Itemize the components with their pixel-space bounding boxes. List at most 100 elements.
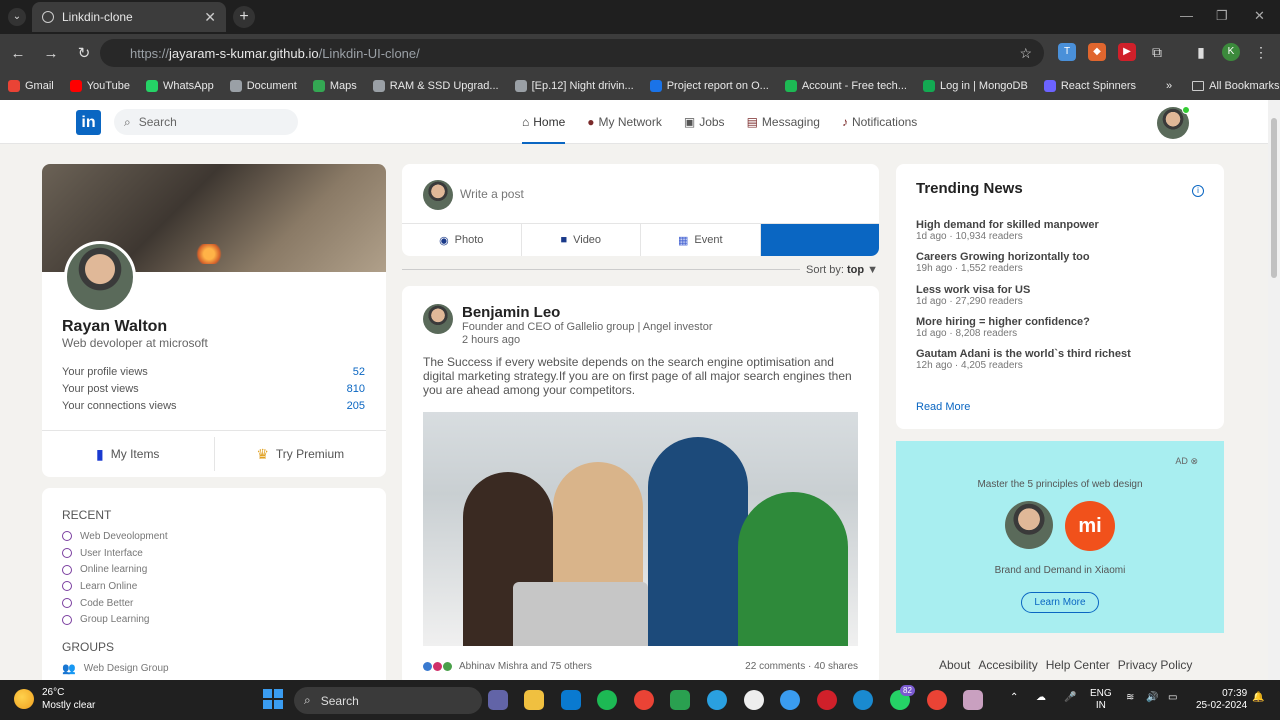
footer-link-help[interactable]: Help Center: [1046, 658, 1110, 672]
event-button[interactable]: ▦ Event: [641, 224, 761, 256]
new-tab-button[interactable]: +: [233, 6, 255, 28]
file-explorer-icon[interactable]: [524, 690, 544, 710]
recent-item[interactable]: Online learning: [62, 561, 366, 578]
tab-search-button[interactable]: ⌄: [8, 8, 26, 26]
taskbar-search[interactable]: ⌕ Search: [294, 687, 482, 714]
sidepanel-icon[interactable]: ▮: [1192, 43, 1210, 61]
bookmark-item[interactable]: Gmail: [8, 80, 54, 92]
teams-icon[interactable]: [488, 690, 508, 710]
browser-tab[interactable]: Linkdin-clone ✕: [32, 2, 226, 32]
sort-by[interactable]: Sort by: top ▼: [806, 264, 878, 276]
nav-jobs[interactable]: ▣ Jobs: [684, 100, 725, 144]
nav-messaging[interactable]: ▤ Messaging: [747, 100, 820, 144]
address-bar[interactable]: https://jayaram-s-kumar.github.io/Linkdi…: [100, 39, 1044, 67]
info-icon[interactable]: i: [1192, 185, 1204, 197]
chrome-icon[interactable]: [927, 690, 947, 710]
battery-icon[interactable]: ▭: [1168, 692, 1177, 704]
scrollbar-thumb[interactable]: [1271, 118, 1277, 278]
news-item[interactable]: High demand for skilled manpower 1d ago ·…: [916, 219, 1204, 251]
recent-item[interactable]: Group Learning: [62, 611, 366, 628]
post-reactions[interactable]: Abhinav Mishra and 75 others: [423, 661, 592, 672]
stat-row[interactable]: Your post views 810: [62, 383, 365, 400]
bookmark-item[interactable]: React Spinners: [1043, 80, 1136, 92]
recent-item[interactable]: Web Deveolopment: [62, 528, 366, 545]
close-tab-icon[interactable]: ✕: [204, 9, 216, 26]
menu-dots-icon[interactable]: ⋮: [1252, 43, 1270, 61]
recent-item[interactable]: Learn Online: [62, 578, 366, 595]
opera-icon[interactable]: [817, 690, 837, 710]
post-image[interactable]: [423, 412, 858, 646]
my-items-button[interactable]: ▮ My Items: [42, 437, 215, 471]
bookmarks-overflow-icon[interactable]: »: [1166, 80, 1172, 92]
profile-avatar[interactable]: [64, 241, 136, 313]
bookmark-star-icon[interactable]: ☆: [1019, 45, 1032, 62]
footer-link-accessibility[interactable]: Accesibility: [978, 658, 1037, 672]
recent-item[interactable]: User Interface: [62, 545, 366, 562]
back-icon[interactable]: ←: [3, 45, 33, 62]
bookmark-item[interactable]: Account - Free tech...: [784, 80, 907, 92]
stat-row[interactable]: Your connections views 205: [62, 400, 365, 417]
search-input[interactable]: Search: [139, 115, 177, 129]
reload-icon[interactable]: ↻: [69, 44, 99, 62]
write-post-input[interactable]: Write a post: [460, 187, 524, 201]
puzzle-icon[interactable]: ⧉: [1148, 43, 1166, 61]
post-author-avatar[interactable]: [423, 304, 453, 334]
extension-icon[interactable]: ▶: [1118, 43, 1136, 61]
bell-icon[interactable]: 🔔: [1252, 692, 1264, 704]
bookmark-item[interactable]: Log in | MongoDB: [922, 80, 1028, 92]
microphone-icon[interactable]: 🎤: [1064, 692, 1076, 704]
post-counts[interactable]: 22 comments · 40 shares: [745, 661, 858, 672]
close-window-icon[interactable]: ✕: [1254, 8, 1265, 24]
restore-icon[interactable]: ❐: [1216, 8, 1228, 24]
news-item[interactable]: Gautam Adani is the world`s third riches…: [916, 348, 1204, 380]
linkedin-logo[interactable]: in: [76, 110, 101, 135]
extension-icon[interactable]: ◆: [1088, 43, 1106, 61]
app-icon[interactable]: [670, 690, 690, 710]
bookmark-item[interactable]: Maps: [312, 80, 357, 92]
profile-icon[interactable]: K: [1222, 43, 1240, 61]
forward-icon[interactable]: →: [36, 45, 66, 62]
bookmark-item[interactable]: RAM & SSD Upgrad...: [372, 80, 499, 92]
page-scrollbar[interactable]: [1268, 100, 1280, 680]
store-icon[interactable]: [561, 690, 581, 710]
minimize-icon[interactable]: —: [1180, 8, 1193, 23]
nav-my-network[interactable]: ● My Network: [587, 100, 662, 144]
chrome-icon[interactable]: [634, 690, 654, 710]
nav-notifications[interactable]: ♪ Notifications: [842, 100, 917, 144]
post-button[interactable]: post: [760, 224, 879, 256]
bookmark-item[interactable]: WhatsApp: [145, 80, 214, 92]
chevron-up-icon[interactable]: ⌃: [1010, 692, 1018, 704]
spotify-icon[interactable]: [597, 690, 617, 710]
telegram-icon[interactable]: [707, 690, 727, 710]
bookmark-item[interactable]: Document: [229, 80, 297, 92]
cortana-icon[interactable]: [780, 690, 800, 710]
bookmark-item[interactable]: YouTube: [69, 80, 130, 92]
bookmark-item[interactable]: Project report on O...: [649, 80, 769, 92]
bookmark-item[interactable]: [Ep.12] Night drivin...: [514, 80, 634, 92]
ad-tag[interactable]: AD ⊗: [1175, 456, 1198, 467]
video-button[interactable]: ■ Video: [522, 224, 641, 256]
news-item[interactable]: Less work visa for US 1d ago · 27,290 rea…: [916, 284, 1204, 316]
language-indicator[interactable]: ENG IN: [1090, 688, 1112, 712]
try-premium-button[interactable]: ♛ Try Premium: [215, 431, 387, 477]
edge-icon[interactable]: [853, 690, 873, 710]
footer-link-about[interactable]: About: [939, 658, 970, 672]
windows-start-icon[interactable]: [263, 689, 283, 709]
cloud-icon[interactable]: ☁: [1036, 692, 1046, 704]
app-icon[interactable]: [744, 690, 764, 710]
post-author-name[interactable]: Benjamin Leo: [462, 304, 560, 321]
clock[interactable]: 07:39 25-02-2024: [1196, 688, 1247, 712]
all-bookmarks[interactable]: All Bookmarks: [1192, 80, 1279, 92]
weather-widget[interactable]: 26°C Mostly clear: [14, 686, 95, 712]
learn-more-button[interactable]: Learn More: [1021, 592, 1099, 613]
photo-button[interactable]: ◉ Photo: [402, 224, 522, 256]
speaker-icon[interactable]: 🔊: [1146, 692, 1158, 704]
profile-name[interactable]: Rayan Walton: [62, 318, 167, 336]
footer-link-privacy[interactable]: Privacy Policy: [1118, 658, 1193, 672]
snipping-tool-icon[interactable]: [963, 690, 983, 710]
news-item[interactable]: More hiring = higher confidence? 1d ago ·…: [916, 316, 1204, 348]
stat-row[interactable]: Your profile views 52: [62, 366, 365, 383]
wifi-icon[interactable]: ≋: [1126, 692, 1134, 704]
nav-home[interactable]: ⌂ Home: [522, 100, 566, 144]
search-bar[interactable]: ⌕ Search: [114, 109, 298, 135]
